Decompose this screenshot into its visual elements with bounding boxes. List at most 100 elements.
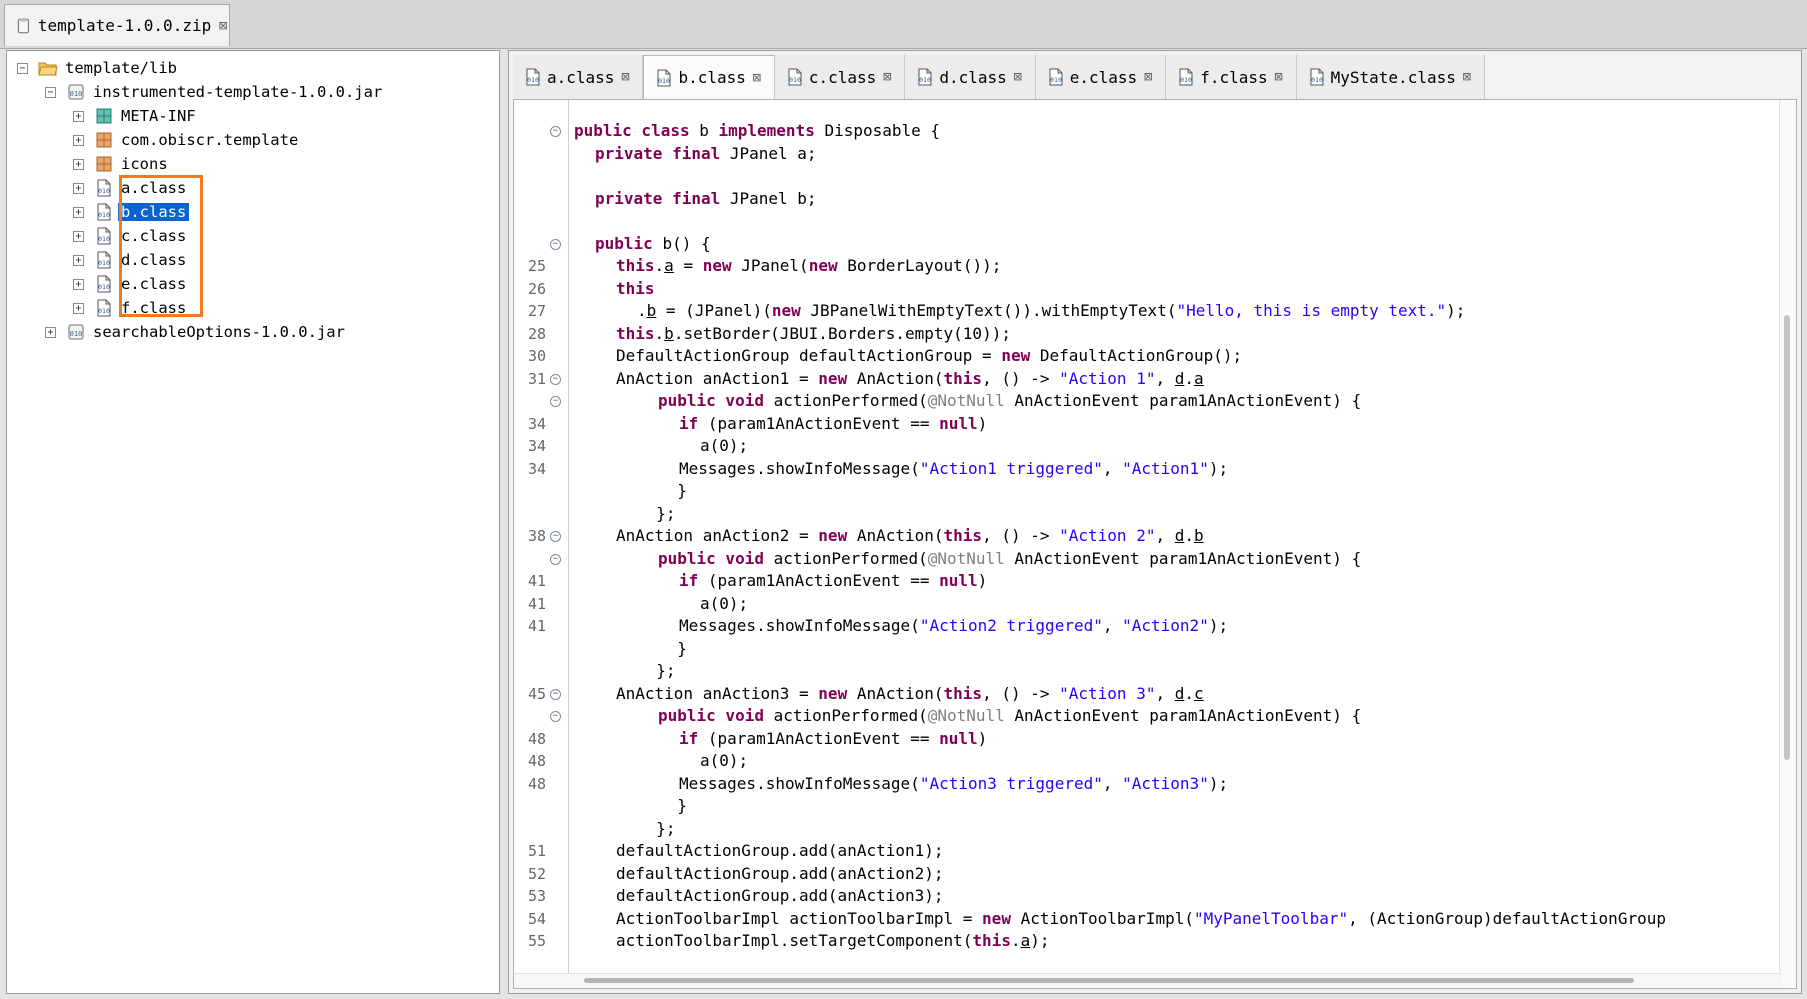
tree-item[interactable]: + com.obiscr.template	[73, 129, 301, 151]
code-token: actionPerformed(	[773, 548, 928, 568]
fold-toggle-icon[interactable]: −	[550, 711, 561, 722]
code-line: private final JPanel b;	[595, 188, 817, 210]
fold-toggle-icon[interactable]: −	[550, 238, 561, 250]
editor-tab[interactable]: 010 b.class ⊠	[643, 55, 775, 99]
line-number: 52	[527, 864, 546, 883]
tree-item[interactable]: + META-INF	[73, 105, 199, 127]
tree-item[interactable]: +010 a.class	[73, 177, 189, 199]
code-token: AnAction(	[856, 368, 944, 388]
collapse-icon[interactable]: −	[17, 62, 28, 74]
editor-tab-bar: 010 a.class ⊠ 010 b.class ⊠ 010 c.class ⊠ 010 d.cl…	[513, 55, 1485, 99]
code-token: "Action2"	[1122, 616, 1209, 635]
code-token: this	[616, 256, 655, 275]
code-token: if	[679, 728, 708, 748]
expand-icon[interactable]: +	[73, 302, 84, 314]
code-token: "Action 3"	[1059, 683, 1156, 703]
code-token: public void	[658, 706, 774, 725]
code-token: )	[977, 571, 988, 590]
expand-icon[interactable]: +	[73, 278, 84, 290]
expand-icon[interactable]: +	[45, 326, 56, 338]
line-number: 41	[527, 572, 546, 590]
tree-item[interactable]: + icons	[73, 153, 171, 175]
close-tab-icon[interactable]: ⊠	[217, 19, 229, 33]
code-line: };	[637, 503, 676, 525]
code-token: null	[939, 571, 978, 590]
tree-item[interactable]: +010 e.class	[73, 273, 189, 295]
tree-item[interactable]: − 010 instrumented-template-1.0.0.jar	[45, 81, 385, 103]
tree-item[interactable]: +010 searchableOptions-1.0.0.jar	[45, 321, 348, 343]
close-tab-icon[interactable]: ⊠	[1460, 70, 1474, 84]
line-number: 48	[527, 752, 546, 770]
tree-item-label: b.class	[118, 203, 190, 221]
editor-tab[interactable]: 010 f.class ⊠	[1166, 55, 1297, 99]
fold-toggle-icon[interactable]: −	[550, 396, 561, 407]
fold-toggle-icon[interactable]: −	[550, 688, 561, 700]
code-token: ,	[1102, 616, 1123, 635]
code-viewer[interactable]: − −25 26 27 28 30 31− −34 34 34 38− −41 41 41 45− −48 48…	[513, 99, 1797, 989]
code-token: };	[637, 503, 676, 523]
code-token: new	[808, 256, 848, 275]
vertical-scrollbar[interactable]	[1779, 100, 1796, 988]
code-token: a(0);	[700, 751, 749, 770]
code-token: a	[1020, 931, 1031, 950]
collapse-icon[interactable]: −	[45, 86, 56, 98]
expand-icon[interactable]: +	[73, 230, 84, 242]
jar-icon: 010	[66, 82, 86, 102]
code-token: null	[939, 728, 978, 748]
tree-item-label: template/lib	[65, 59, 177, 77]
editor-tab[interactable]: 010 e.class ⊠	[1035, 55, 1167, 99]
code-token: ,	[1155, 368, 1175, 388]
vertical-scroll-thumb[interactable]	[1784, 315, 1790, 760]
close-tab-icon[interactable]: ⊠	[618, 70, 632, 84]
code-token: private final	[595, 188, 730, 208]
expand-icon[interactable]: +	[73, 182, 84, 194]
tree-item[interactable]: +010 f.class	[73, 297, 189, 319]
code-line: };	[637, 818, 675, 840]
expand-icon[interactable]: +	[73, 206, 84, 218]
code-token: = (JPanel)(	[656, 301, 772, 320]
fold-toggle-icon[interactable]: −	[550, 531, 561, 542]
fold-toggle-icon[interactable]: −	[550, 126, 561, 137]
editor-tab[interactable]: 010 d.class ⊠	[905, 55, 1036, 99]
tree-item[interactable]: +010 c.class	[73, 225, 189, 247]
code-token: "Action 2"	[1059, 526, 1156, 545]
class-file-icon: 010	[523, 67, 543, 87]
horizontal-scrollbar[interactable]	[514, 973, 1782, 988]
tree-item[interactable]: − template/lib	[17, 57, 180, 79]
close-tab-icon[interactable]: ⊠	[1141, 70, 1155, 84]
svg-text:010: 010	[98, 259, 110, 267]
expand-icon[interactable]: +	[73, 158, 84, 170]
close-tab-icon[interactable]: ⊠	[880, 70, 894, 84]
code-token: .	[1184, 526, 1194, 545]
editor-tab[interactable]: 010 c.class ⊠	[774, 55, 906, 99]
horizontal-scroll-thumb[interactable]	[584, 978, 1634, 983]
code-token: DefaultActionGroup defaultActionGroup =	[616, 346, 1002, 365]
code-line: AnAction anAction3 = new AnAction(this, …	[616, 683, 1204, 705]
code-token: "MyPanelToolbar"	[1193, 908, 1349, 928]
code-token: defaultActionGroup.add(anAction1);	[616, 841, 944, 860]
fold-toggle-icon[interactable]: −	[550, 553, 561, 565]
editor-tab-label: c.class	[808, 67, 877, 87]
code-line: public class b implements Disposable {	[574, 120, 940, 142]
close-tab-icon[interactable]: ⊠	[1272, 70, 1286, 84]
editor-tab[interactable]: 010 MyState.class ⊠	[1296, 55, 1485, 99]
fold-toggle-icon[interactable]: −	[550, 373, 561, 385]
code-token: "Action2 triggered"	[919, 616, 1103, 635]
svg-text:010: 010	[527, 76, 539, 84]
editor-tab[interactable]: 010 a.class ⊠	[513, 55, 644, 99]
zip-tab[interactable]: template-1.0.0.zip ⊠	[4, 4, 230, 46]
tree-item[interactable]: +010 b.class	[73, 201, 190, 223]
expand-icon[interactable]: +	[73, 134, 84, 146]
code-token: , () ->	[982, 368, 1060, 388]
code-line: if (param1AnActionEvent == null)	[679, 413, 987, 435]
tree-item-label: c.class	[121, 227, 187, 245]
expand-icon[interactable]: +	[73, 254, 84, 266]
code-token: .	[654, 323, 665, 343]
expand-icon[interactable]: +	[73, 110, 84, 122]
code-token: public class	[574, 121, 700, 140]
line-number: 34	[527, 437, 546, 455]
tree-item[interactable]: +010 d.class	[73, 249, 189, 271]
code-token: JPanel a;	[729, 143, 817, 163]
close-tab-icon[interactable]: ⊠	[1011, 70, 1025, 84]
close-tab-icon[interactable]: ⊠	[750, 71, 764, 85]
